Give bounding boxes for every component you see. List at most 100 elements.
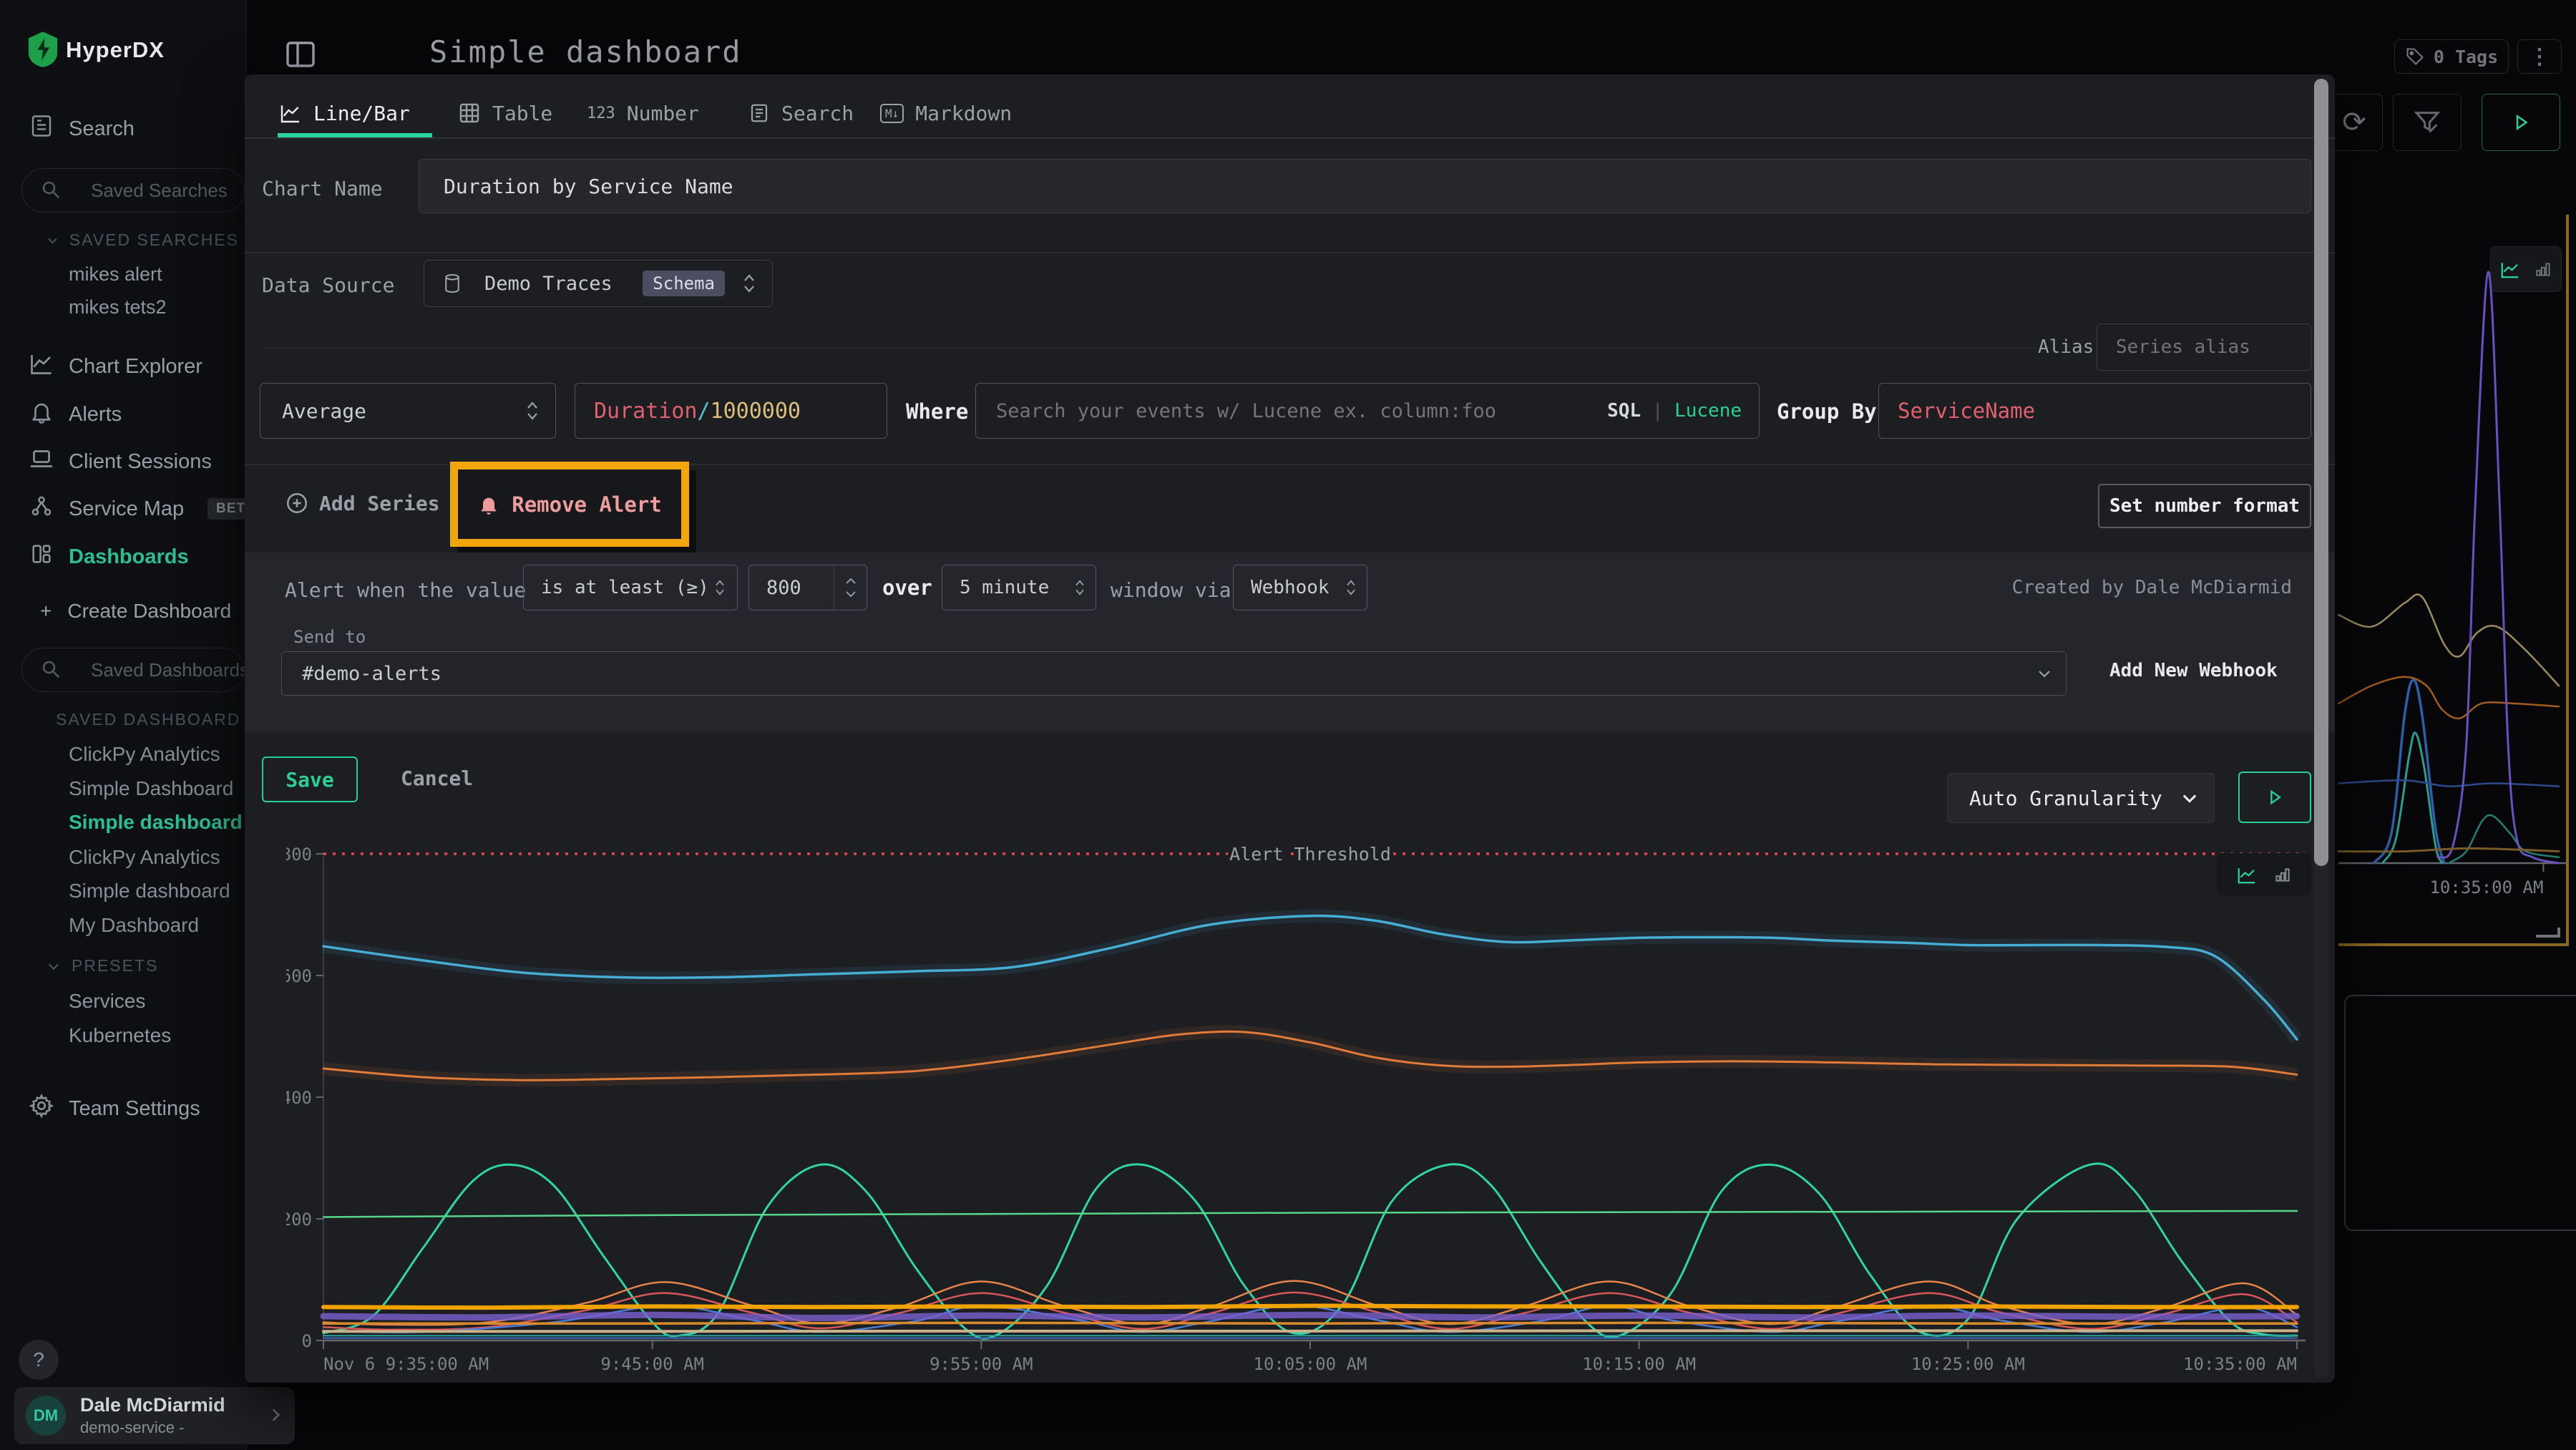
selected-panel-border	[2338, 943, 2569, 946]
sidebar: HyperDX Search SAVED SEARCHES mikes aler…	[0, 0, 247, 1450]
tab-table[interactable]: Table	[458, 92, 552, 135]
svg-text:9:55:00 AM: 9:55:00 AM	[930, 1354, 1033, 1374]
tab-number[interactable]: 123 Number	[587, 92, 699, 135]
data-source-label: Data Source	[262, 273, 394, 297]
saved-search-item[interactable]: mikes tets2	[69, 296, 167, 318]
presets-header[interactable]: PRESETS	[46, 956, 239, 975]
svg-text:400: 400	[286, 1088, 312, 1108]
chevron-up-icon	[844, 577, 857, 585]
dashboard-item[interactable]: My Dashboard	[69, 914, 199, 937]
add-series-button[interactable]: Add Series	[285, 491, 440, 515]
avatar: DM	[26, 1396, 66, 1436]
cancel-button[interactable]: Cancel	[401, 767, 473, 790]
sidebar-item-dashboards[interactable]: Dashboards	[0, 538, 247, 575]
page-title[interactable]: Simple dashboard	[429, 34, 742, 69]
chevron-right-icon	[266, 1406, 285, 1424]
sidebar-item-label: Dashboards	[69, 545, 189, 569]
sidebar-item-alerts[interactable]: Alerts	[0, 396, 247, 433]
sidebar-item-client-sessions[interactable]: Client Sessions	[0, 443, 247, 480]
chart-name-label: Chart Name	[262, 177, 383, 200]
field-input[interactable]: Duration/1000000	[575, 383, 887, 439]
chevron-down-icon	[2036, 665, 2053, 682]
sidebar-item-chart-explorer[interactable]: Chart Explorer	[0, 348, 247, 385]
svg-text:800: 800	[286, 845, 312, 865]
chart-name-input[interactable]	[419, 159, 2311, 213]
user-menu[interactable]: DM Dale McDiarmid demo-service -	[14, 1387, 295, 1444]
aggregation-select[interactable]: Average	[260, 383, 556, 439]
dashboard-item-active[interactable]: Simple dashboard	[69, 811, 243, 834]
run-query-button[interactable]	[2482, 94, 2560, 151]
save-button[interactable]: Save	[262, 756, 358, 802]
tab-markdown[interactable]: M↓ Markdown	[880, 92, 1012, 135]
table-icon	[458, 102, 481, 125]
data-source-select[interactable]: Demo Traces Schema	[424, 260, 773, 307]
alias-input[interactable]	[2097, 323, 2311, 371]
alert-channel-select[interactable]: Webhook	[1233, 565, 1367, 610]
line-chart-icon	[2236, 864, 2258, 885]
group-by-label: Group By	[1777, 399, 1877, 424]
alert-condition-select[interactable]: is at least (≥)	[523, 565, 738, 610]
dashboard-item[interactable]: ClickPy Analytics	[69, 743, 220, 766]
create-dashboard-button[interactable]: + Create Dashboard	[40, 600, 231, 623]
alert-config-section: Alert when the value is at least (≥) ove…	[245, 553, 2335, 731]
group-by-input[interactable]: ServiceName	[1878, 383, 2311, 439]
sidebar-item-label: Chart Explorer	[69, 355, 203, 379]
granularity-select[interactable]: Auto Granularity	[1947, 773, 2215, 823]
sidebar-item-service-map[interactable]: Service Map BETA	[0, 490, 247, 527]
tab-search[interactable]: Search	[748, 92, 854, 135]
run-chart-button[interactable]	[2238, 772, 2311, 823]
set-number-format-button[interactable]: Set number format	[2098, 484, 2311, 528]
alert-threshold-input[interactable]	[748, 565, 867, 610]
chevron-down-icon	[844, 590, 857, 598]
more-options-button[interactable]: ⋮	[2517, 39, 2562, 74]
preset-item[interactable]: Services	[69, 990, 145, 1013]
alias-label: Alias	[2038, 336, 2094, 358]
sidebar-item-label: Search	[69, 117, 135, 141]
where-label: Where	[906, 399, 968, 424]
sql-toggle[interactable]: SQL	[1607, 400, 1641, 422]
help-button[interactable]: ?	[19, 1340, 59, 1380]
add-new-webhook-button[interactable]: Add New Webhook	[2109, 660, 2278, 681]
sidebar-item-team-settings[interactable]: Team Settings	[0, 1090, 247, 1127]
chevron-updown-icon	[524, 397, 541, 424]
refresh-icon: ⟳	[2342, 106, 2366, 139]
number-stepper[interactable]	[834, 565, 867, 610]
dashboard-item[interactable]: Simple dashboard	[69, 880, 230, 902]
dashboard-item[interactable]: Simple Dashboard	[69, 777, 233, 800]
field-token: Duration	[594, 399, 698, 424]
saved-dashboards-header[interactable]: SAVED DASHBOARDS	[46, 710, 239, 729]
saved-searches-header[interactable]: SAVED SEARCHES	[46, 230, 239, 250]
chart-type-toggle[interactable]	[2217, 853, 2311, 896]
dashboard-item[interactable]: ClickPy Analytics	[69, 846, 220, 869]
preset-item[interactable]: Kubernetes	[69, 1024, 171, 1047]
gear-icon	[27, 1093, 56, 1124]
where-input-field[interactable]	[976, 400, 1520, 422]
plus-icon: +	[40, 600, 52, 623]
window-via-label: window via	[1111, 578, 1231, 602]
filter-button[interactable]	[2393, 94, 2462, 151]
send-to-select[interactable]: #demo-alerts	[281, 651, 2067, 696]
threshold-value-field[interactable]	[749, 577, 811, 599]
tags-button[interactable]: 0 Tags	[2394, 39, 2509, 74]
saved-search-item[interactable]: mikes alert	[69, 263, 162, 286]
resize-handle[interactable]	[2536, 928, 2560, 938]
tag-icon	[2405, 47, 2425, 67]
tab-line-bar[interactable]: Line/Bar	[279, 92, 410, 135]
where-search-input[interactable]: SQL | Lucene	[975, 383, 1760, 439]
chevron-updown-icon	[713, 576, 727, 599]
database-icon	[441, 273, 463, 294]
svg-text:0: 0	[302, 1331, 312, 1351]
sidebar-collapse-icon[interactable]	[283, 37, 318, 72]
chevron-down-icon	[46, 233, 59, 248]
chevron-down-icon	[46, 958, 62, 974]
sidebar-item-search[interactable]: Search	[0, 110, 247, 147]
next-panel-edge	[2344, 995, 2576, 1231]
lucene-toggle[interactable]: Lucene	[1674, 400, 1742, 422]
preview-chart: 0200400600800Alert ThresholdNov 6 9:35:0…	[286, 830, 2318, 1383]
series-divider	[262, 348, 2036, 349]
svg-text:9:45:00 AM: 9:45:00 AM	[600, 1354, 704, 1374]
scrollbar-thumb[interactable]	[2314, 79, 2328, 866]
remove-alert-button-highlighted[interactable]: Remove Alert	[450, 462, 689, 547]
alert-window-select[interactable]: 5 minute	[942, 565, 1096, 610]
svg-text:10:15:00 AM: 10:15:00 AM	[1582, 1354, 1696, 1374]
